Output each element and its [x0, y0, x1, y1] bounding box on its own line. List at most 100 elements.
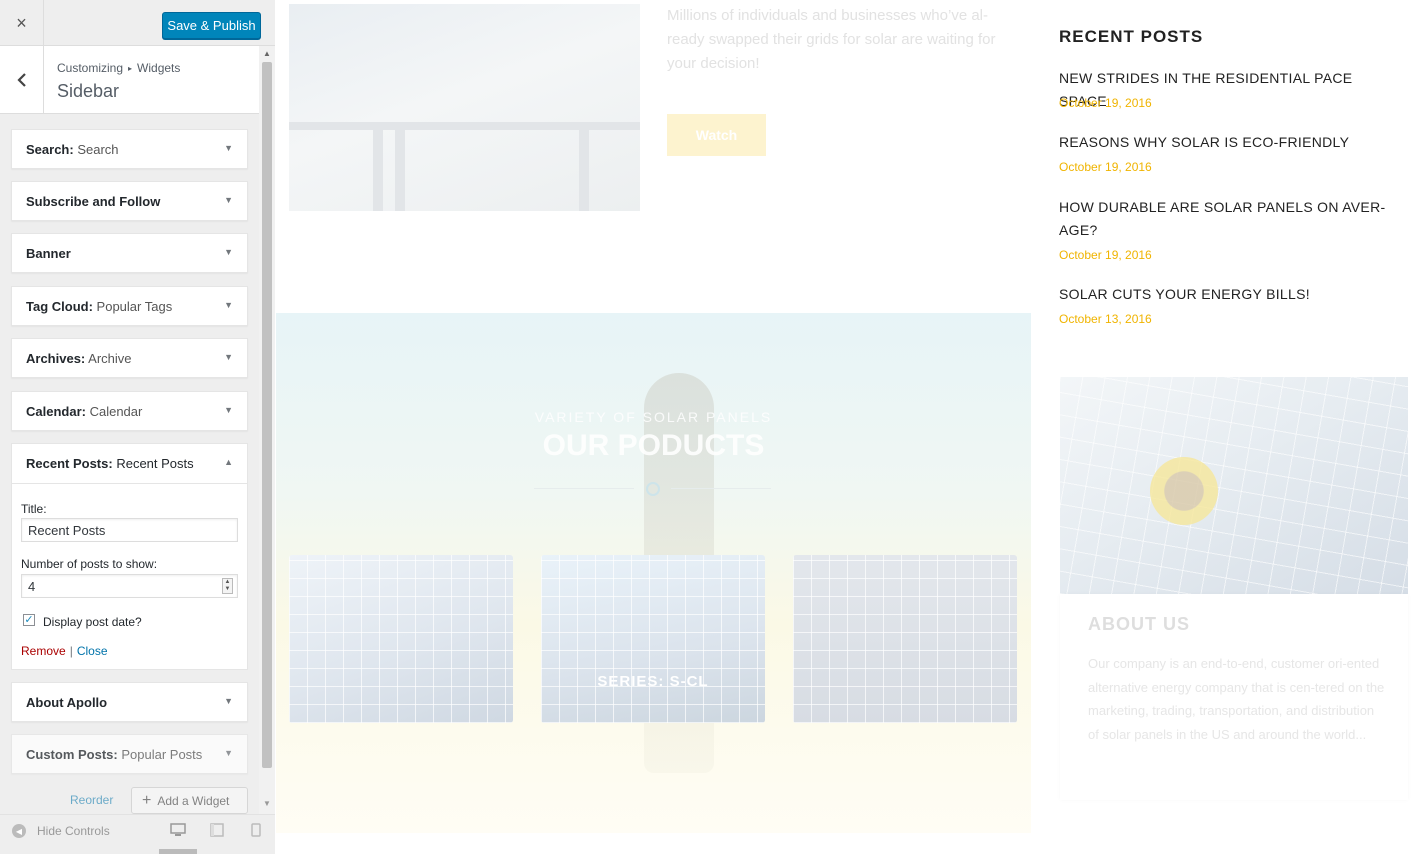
- divider-left: [534, 488, 634, 489]
- widget-subscribe-and-follow[interactable]: Subscribe and Follow ▼: [11, 181, 248, 221]
- count-label: Number of posts to show:: [21, 557, 158, 571]
- divider-right: [671, 488, 771, 489]
- recent-post-date: October 19, 2016: [1059, 160, 1152, 174]
- recent-posts-heading: RECENT POSTS: [1059, 27, 1204, 46]
- widget-type: Banner: [26, 246, 71, 261]
- customizer-header: × Save & Publish: [0, 0, 275, 46]
- triangle-down-icon[interactable]: ▼: [224, 247, 233, 257]
- about-text: Our company is an end-to-end, customer o…: [1088, 656, 1385, 742]
- scroll-down-icon[interactable]: ▼: [263, 799, 271, 808]
- solar-canopy-image: [289, 4, 640, 211]
- widget-actions: Remove | Close: [21, 644, 108, 658]
- widget-calendar[interactable]: Calendar: Calendar ▼: [11, 391, 248, 431]
- close-customizer-button[interactable]: ×: [0, 0, 44, 46]
- widget-name: Popular Tags: [96, 299, 173, 314]
- widget-name: Archive: [88, 351, 132, 366]
- scroll-up-icon[interactable]: ▲: [263, 49, 271, 58]
- sunflower: [1150, 457, 1218, 525]
- save-publish-button[interactable]: Save & Publish: [162, 12, 261, 39]
- close-link[interactable]: Close: [77, 644, 108, 658]
- actions-separator: |: [69, 644, 73, 658]
- widget-type: Subscribe and Follow: [26, 194, 161, 209]
- product-card[interactable]: SERIES: S-CL: [541, 555, 765, 723]
- product-card[interactable]: [289, 555, 513, 723]
- panel-scrollbar[interactable]: ▲ ▼: [259, 46, 275, 814]
- post-count-value: 4: [28, 579, 36, 594]
- widget-type: Custom Posts:: [26, 747, 118, 762]
- customizer-footer: ◀ Hide Controls: [0, 814, 275, 854]
- mobile-icon[interactable]: [248, 823, 264, 837]
- recent-post-date: October 19, 2016: [1059, 96, 1152, 110]
- section-title: Sidebar: [57, 81, 120, 101]
- widget-name: Calendar: [89, 404, 143, 419]
- widget-search[interactable]: Search: Search ▼: [11, 129, 248, 169]
- widget-tag-cloud[interactable]: Tag Cloud: Popular Tags ▼: [11, 286, 248, 326]
- tablet-icon[interactable]: [209, 823, 225, 837]
- products-title: OUR PODUCTS: [542, 429, 765, 462]
- remove-link[interactable]: Remove: [21, 644, 66, 658]
- recent-post-link[interactable]: SOLAR CUTS YOUR ENERGY BILLS!: [1059, 283, 1404, 306]
- widget-type: Calendar:: [26, 404, 86, 419]
- triangle-down-icon[interactable]: ▼: [224, 195, 233, 205]
- widget-name: Popular Posts: [121, 747, 203, 762]
- products-kicker: VARIETY OF SOLAR PANELS: [534, 409, 773, 425]
- products-section: VARIETY OF SOLAR PANELS OUR PODUCTS SERI…: [276, 313, 1031, 833]
- about-title: ABOUT US: [1088, 614, 1190, 634]
- desktop-icon[interactable]: [170, 823, 186, 837]
- section-header: Customizing ▸ Widgets Sidebar: [0, 46, 259, 114]
- product-card[interactable]: [793, 555, 1017, 723]
- site-preview: Millions of individuals and businesses w…: [276, 0, 1419, 854]
- hide-controls-label: Hide Controls: [37, 824, 110, 838]
- chevron-left-icon: [16, 72, 26, 87]
- widget-name: Recent Posts: [116, 456, 194, 471]
- plus-icon: +: [142, 791, 152, 809]
- breadcrumb-root: Customizing: [57, 61, 124, 75]
- widget-name: Search: [77, 142, 119, 157]
- triangle-down-icon[interactable]: ▼: [224, 696, 233, 706]
- widget-type: Tag Cloud:: [26, 299, 93, 314]
- widget-recent-posts: Recent Posts: Recent Posts ▲ Title: Rece…: [11, 443, 248, 670]
- title-input[interactable]: Recent Posts: [21, 518, 238, 542]
- back-button[interactable]: [0, 46, 44, 113]
- widget-type: Recent Posts:: [26, 456, 113, 471]
- breadcrumb: Customizing ▸ Widgets: [57, 61, 180, 75]
- triangle-down-icon[interactable]: ▼: [224, 352, 233, 362]
- scrollbar-thumb[interactable]: [262, 62, 272, 768]
- spinner-arrows-icon[interactable]: ▲ ▼: [222, 578, 233, 594]
- product-card-label: SERIES: S-CL: [597, 673, 709, 690]
- recent-post-date: October 19, 2016: [1059, 248, 1152, 262]
- display-date-checkbox[interactable]: ✓: [23, 614, 35, 626]
- sunflower-solar-image: [1060, 377, 1408, 594]
- post-count-input[interactable]: 4 ▲ ▼: [21, 574, 238, 598]
- add-widget-label: Add a Widget: [157, 793, 230, 808]
- triangle-down-icon[interactable]: ▼: [224, 300, 233, 310]
- hero-text: Millions of individuals and businesses w…: [667, 7, 996, 72]
- widget-archives[interactable]: Archives: Archive ▼: [11, 338, 248, 378]
- widget-type: Archives:: [26, 351, 86, 366]
- title-label: Title:: [21, 502, 47, 516]
- close-icon: ×: [16, 12, 27, 33]
- active-device-indicator: [159, 849, 197, 854]
- watch-button[interactable]: Watch: [667, 114, 766, 156]
- recent-post-link[interactable]: HOW DURABLE ARE SOLAR PANELS ON AVER-AGE…: [1059, 196, 1404, 242]
- add-widget-button[interactable]: + Add a Widget: [131, 787, 248, 814]
- breadcrumb-separator-icon: ▸: [128, 64, 133, 73]
- triangle-down-icon[interactable]: ▼: [224, 748, 233, 758]
- widget-custom-posts[interactable]: Custom Posts: Popular Posts ▼: [11, 734, 248, 774]
- gear-icon: [646, 482, 660, 496]
- widget-type: Search:: [26, 142, 74, 157]
- triangle-down-icon[interactable]: ▼: [224, 405, 233, 415]
- triangle-down-icon[interactable]: ▼: [224, 143, 233, 153]
- reorder-link[interactable]: Reorder: [70, 793, 113, 807]
- collapse-arrow-icon: ◀: [12, 824, 26, 838]
- customizer-panel: × Save & Publish Customizing ▸ Widgets Sid…: [0, 0, 275, 854]
- widget-banner[interactable]: Banner ▼: [11, 233, 248, 273]
- recent-post-link[interactable]: REASONS WHY SOLAR IS ECO-FRIENDLY: [1059, 131, 1404, 154]
- recent-post-date: October 13, 2016: [1059, 312, 1152, 326]
- hide-controls-button[interactable]: ◀ Hide Controls: [12, 824, 110, 838]
- triangle-up-icon[interactable]: ▲: [224, 457, 233, 467]
- widget-header[interactable]: Recent Posts: Recent Posts ▲: [12, 444, 247, 484]
- widget-about-apollo[interactable]: About Apollo ▼: [11, 682, 248, 722]
- breadcrumb-child: Widgets: [137, 61, 181, 75]
- widget-type: About Apollo: [26, 695, 108, 710]
